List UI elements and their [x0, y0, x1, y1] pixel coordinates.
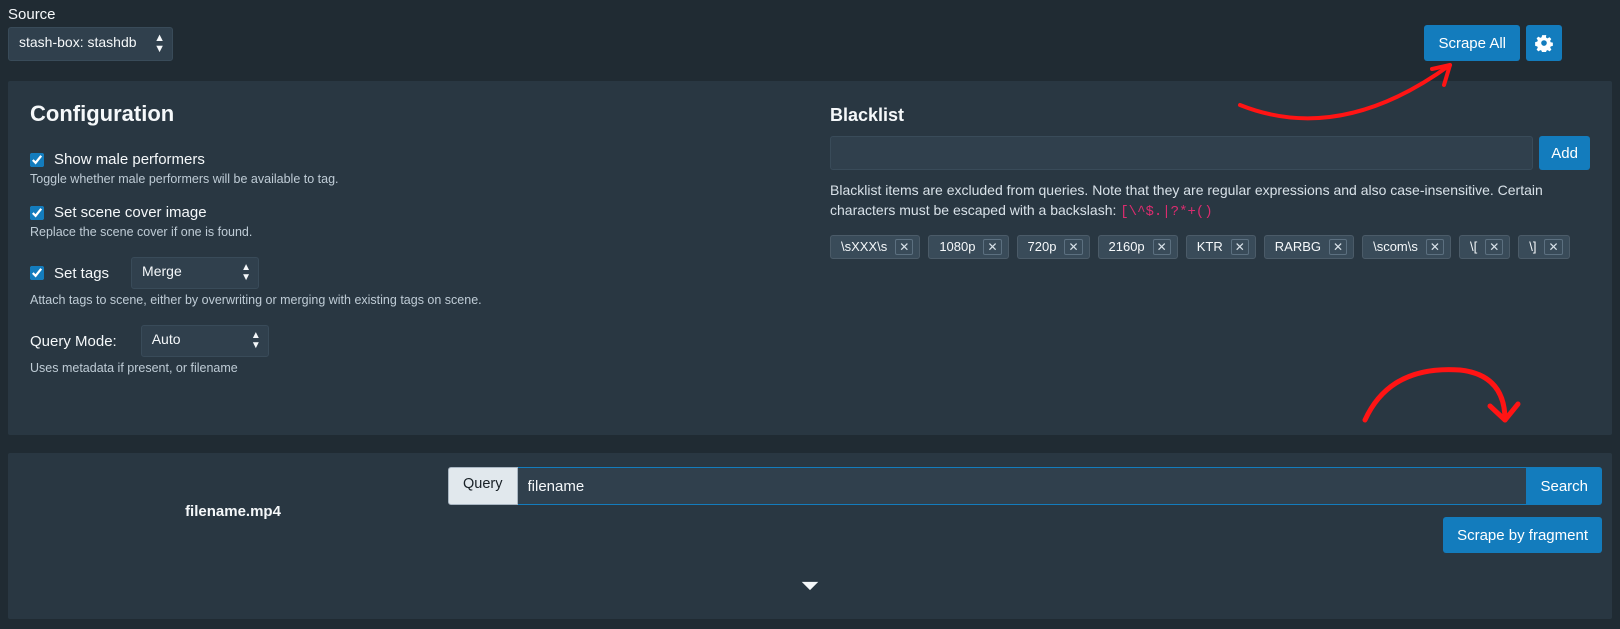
query-input[interactable] — [518, 467, 1527, 505]
chip-text: \sXXX\s — [841, 239, 887, 254]
chip-text: \[ — [1470, 239, 1477, 254]
query-mode-select[interactable]: Auto — [141, 325, 269, 357]
blacklist-note: Blacklist items are excluded from querie… — [830, 180, 1590, 223]
chip-remove-button[interactable]: ✕ — [1153, 239, 1171, 255]
tags-mode-select[interactable]: Merge — [131, 257, 259, 289]
show-male-desc: Toggle whether male performers will be a… — [30, 172, 790, 186]
query-label: Query — [448, 467, 518, 505]
blacklist-chip: 720p ✕ — [1017, 235, 1090, 259]
query-mode-desc: Uses metadata if present, or filename — [30, 361, 790, 375]
chip-remove-button[interactable]: ✕ — [1544, 239, 1562, 255]
chip-text: 720p — [1028, 239, 1057, 254]
escaped-chars: [\^$.|?*+() — [1120, 204, 1212, 220]
settings-button[interactable] — [1526, 25, 1562, 61]
chip-text: KTR — [1197, 239, 1223, 254]
chip-text: \scom\s — [1373, 239, 1418, 254]
tags-desc: Attach tags to scene, either by overwrit… — [30, 293, 790, 307]
chip-remove-button[interactable]: ✕ — [1231, 239, 1249, 255]
scrape-all-button[interactable]: Scrape All — [1424, 25, 1520, 61]
show-male-label: Show male performers — [54, 151, 205, 168]
tags-checkbox[interactable] — [30, 266, 44, 280]
blacklist-chips: \sXXX\s✕1080p✕720p✕2160p✕KTR✕RARBG✕\scom… — [830, 235, 1590, 259]
blacklist-title: Blacklist — [830, 105, 1590, 126]
chip-remove-button[interactable]: ✕ — [1426, 239, 1444, 255]
show-male-checkbox[interactable] — [30, 153, 44, 167]
blacklist-add-button[interactable]: Add — [1539, 136, 1590, 170]
chip-remove-button[interactable]: ✕ — [1064, 239, 1082, 255]
scene-filename: filename.mp4 — [185, 503, 281, 520]
chip-remove-button[interactable]: ✕ — [1329, 239, 1347, 255]
query-mode-label: Query Mode: — [30, 333, 117, 350]
blacklist-chip: 2160p ✕ — [1098, 235, 1178, 259]
cover-label: Set scene cover image — [54, 204, 207, 221]
chip-text: \] — [1529, 239, 1536, 254]
blacklist-chip: \[ ✕ — [1459, 235, 1510, 259]
blacklist-chip: KTR ✕ — [1186, 235, 1256, 259]
source-select[interactable]: stash-box: stashdb — [8, 27, 173, 61]
source-label: Source — [8, 6, 173, 23]
blacklist-chip: 1080p ✕ — [928, 235, 1008, 259]
chevron-down-icon — [799, 575, 821, 597]
blacklist-chip: \] ✕ — [1518, 235, 1569, 259]
blacklist-chip: \scom\s ✕ — [1362, 235, 1451, 259]
gear-icon — [1535, 34, 1553, 52]
search-button[interactable]: Search — [1526, 467, 1602, 505]
chip-text: 2160p — [1109, 239, 1145, 254]
scrape-by-fragment-button[interactable]: Scrape by fragment — [1443, 517, 1602, 553]
scene-panel: filename.mp4 Query Search Scrape by frag… — [8, 453, 1612, 619]
chip-text: 1080p — [939, 239, 975, 254]
cover-desc: Replace the scene cover if one is found. — [30, 225, 790, 239]
cover-checkbox[interactable] — [30, 206, 44, 220]
blacklist-chip: \sXXX\s ✕ — [830, 235, 920, 259]
chip-remove-button[interactable]: ✕ — [1485, 239, 1503, 255]
chip-remove-button[interactable]: ✕ — [983, 239, 1001, 255]
config-title: Configuration — [30, 101, 790, 127]
expand-toggle[interactable] — [799, 575, 821, 601]
tags-label: Set tags — [54, 265, 109, 282]
chip-text: RARBG — [1275, 239, 1321, 254]
chip-remove-button[interactable]: ✕ — [895, 239, 913, 255]
blacklist-input[interactable] — [830, 136, 1533, 170]
configuration-panel: Configuration Show male performers Toggl… — [8, 81, 1612, 435]
blacklist-chip: RARBG ✕ — [1264, 235, 1354, 259]
